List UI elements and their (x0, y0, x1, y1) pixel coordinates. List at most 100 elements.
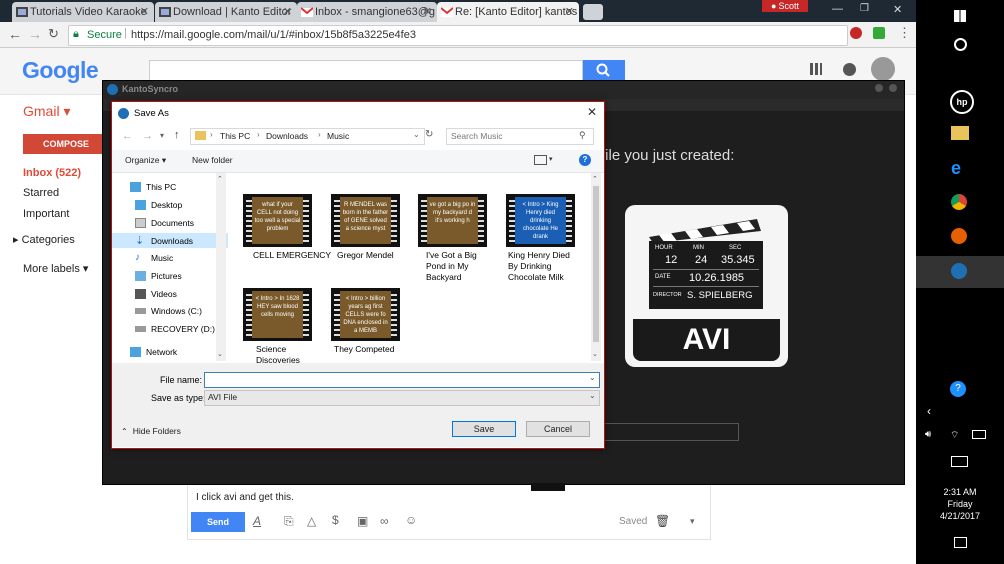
keyboard-icon[interactable] (951, 456, 968, 467)
photo-icon[interactable]: ▣ (357, 514, 368, 528)
emoji-icon[interactable]: ☺ (405, 513, 417, 527)
link-icon[interactable]: ∞ (380, 514, 389, 528)
tab-close-icon[interactable]: ✕ (283, 5, 292, 18)
tab-inbox[interactable]: Inbox - smangione63@g ✕ (297, 2, 437, 22)
tree-music[interactable]: ♪ Music (135, 251, 173, 265)
view-options-icon[interactable] (534, 155, 547, 165)
compose-button[interactable]: COMPOSE (23, 134, 109, 154)
reload-icon[interactable]: ↻ (48, 26, 59, 42)
file-name-field[interactable]: ⌄ (204, 372, 600, 388)
send-button[interactable]: Send (191, 512, 245, 532)
gmail-label[interactable]: Gmail ▾ (23, 103, 70, 120)
hide-folders-button[interactable]: ⌃ Hide Folders (121, 426, 181, 436)
help-icon[interactable]: ? (579, 154, 591, 166)
avi-format-tile[interactable]: HOUR MIN SEC 12 24 35.345 DATE 10.26.198… (625, 205, 788, 367)
back-icon[interactable]: ← (8, 26, 22, 42)
breadcrumb-this-pc[interactable]: This PC (220, 131, 250, 141)
restore-icon[interactable]: ❐ (860, 3, 869, 14)
notifications-icon[interactable] (843, 63, 856, 76)
forward-icon[interactable]: → (28, 26, 42, 42)
drive-icon[interactable]: △ (307, 514, 316, 528)
dialog-close-icon[interactable]: ✕ (587, 105, 597, 119)
reply-text[interactable]: I click avi and get this. (196, 492, 294, 503)
back-icon[interactable]: ← (122, 130, 133, 142)
breadcrumb-downloads[interactable]: Downloads (266, 131, 308, 141)
tab-close-icon[interactable]: ✕ (423, 5, 432, 18)
action-center-icon[interactable] (954, 537, 967, 548)
organize-button[interactable]: Organize ▾ (125, 155, 166, 166)
chevron-down-icon[interactable]: ⌄ (413, 130, 420, 139)
user-badge[interactable]: ● Scott (762, 0, 808, 12)
new-folder-button[interactable]: New folder (192, 155, 233, 165)
search-input[interactable] (149, 60, 583, 82)
breadcrumb[interactable]: › This PC › Downloads › Music ⌄ (190, 128, 425, 145)
save-button[interactable]: Save (452, 421, 516, 437)
formatting-icon[interactable]: A (253, 514, 261, 528)
tree-desktop[interactable]: Desktop (135, 198, 182, 212)
nav-starred[interactable]: Starred (23, 187, 59, 199)
kanto-button[interactable] (603, 423, 739, 441)
scroll-down-icon[interactable]: ⌄ (592, 350, 598, 358)
more-options-icon[interactable]: ▾ (690, 516, 695, 527)
battery-icon[interactable] (972, 430, 986, 439)
minimize-icon[interactable]: — (832, 3, 843, 15)
scroll-down-icon[interactable]: ⌄ (217, 350, 223, 358)
tab-download-kanto[interactable]: Download | Kanto Editor ✕ (155, 2, 297, 22)
tree-videos[interactable]: Videos (135, 287, 177, 301)
tree-pictures[interactable]: Pictures (135, 269, 182, 283)
search-input[interactable]: Search Music ⚲ (446, 128, 594, 145)
tab-close-icon[interactable]: ✕ (565, 5, 574, 18)
scroll-thumb[interactable] (593, 186, 599, 342)
cortana-icon[interactable] (954, 38, 967, 51)
tab-tutorials[interactable]: Tutorials Video Karaoke ✕ (12, 2, 154, 22)
chevron-down-icon[interactable]: ⌄ (589, 391, 596, 400)
hp-icon[interactable]: hp (950, 90, 974, 114)
search-button[interactable] (583, 60, 625, 81)
google-logo[interactable]: Google (22, 57, 99, 84)
refresh-icon[interactable]: ↻ (425, 129, 437, 144)
extension-icon[interactable] (850, 27, 862, 39)
clock[interactable]: 2:31 AM Friday 4/21/2017 (916, 486, 1004, 522)
tree-downloads[interactable]: ⇣ Downloads (135, 234, 193, 248)
nav-categories[interactable]: ▸ Categories (13, 233, 75, 246)
avatar[interactable] (871, 57, 895, 81)
tree-scrollbar[interactable] (216, 173, 226, 361)
apps-grid-icon[interactable] (810, 63, 822, 75)
save-type-select[interactable]: AVI File ⌄ (204, 390, 600, 406)
attach-icon[interactable]: ⎘ (284, 514, 294, 529)
chevron-left-icon[interactable]: ‹ (927, 404, 931, 418)
nav-important[interactable]: Important (23, 208, 69, 220)
edge-icon[interactable]: e (951, 158, 961, 179)
tree-recovery-d[interactable]: RECOVERY (D:) (135, 322, 215, 336)
kanto-minimize-icon[interactable] (875, 84, 883, 92)
file-list-scrollbar[interactable]: ⌃ ⌄ (591, 173, 601, 361)
file-explorer-icon[interactable] (951, 126, 969, 140)
windows-start-icon[interactable] (954, 10, 966, 22)
kanto-taskbar-icon[interactable] (951, 263, 967, 279)
chevron-down-icon[interactable]: ⌄ (589, 373, 596, 382)
address-bar[interactable]: 🔒︎ Secure | https://mail.google.com/mail… (68, 25, 848, 46)
up-folder-icon[interactable]: ↑ (174, 129, 180, 141)
recent-dropdown-icon[interactable]: ▾ (160, 131, 164, 140)
volume-icon[interactable]: 🔊︎ (925, 429, 931, 440)
chrome-icon[interactable] (951, 194, 967, 210)
breadcrumb-music[interactable]: Music (327, 131, 349, 141)
wifi-icon[interactable]: ⌔ (950, 429, 959, 442)
tab-close-icon[interactable]: ✕ (140, 5, 149, 18)
scroll-up-icon[interactable]: ⌃ (592, 175, 598, 183)
tab-re-kanto[interactable]: Re: [Kanto Editor] kantos ✕ (437, 2, 579, 22)
extension-icon[interactable] (873, 27, 885, 39)
scroll-up-icon[interactable]: ⌃ (217, 175, 223, 183)
forward-icon[interactable]: → (142, 130, 153, 142)
firefox-icon[interactable] (951, 228, 967, 244)
trash-icon[interactable]: 🗑︎ (655, 514, 670, 528)
chevron-down-icon[interactable]: ▾ (549, 155, 553, 163)
cancel-button[interactable]: Cancel (526, 421, 590, 437)
tree-documents[interactable]: Documents (135, 216, 194, 230)
tree-network[interactable]: Network (130, 345, 177, 359)
nav-inbox[interactable]: Inbox (522) (23, 167, 81, 179)
close-window-icon[interactable]: ✕ (893, 3, 902, 16)
help-tray-icon[interactable]: ? (950, 381, 966, 397)
tree-windows-c[interactable]: Windows (C:) (135, 304, 202, 318)
menu-dots-icon[interactable]: ⋮ (898, 25, 911, 41)
